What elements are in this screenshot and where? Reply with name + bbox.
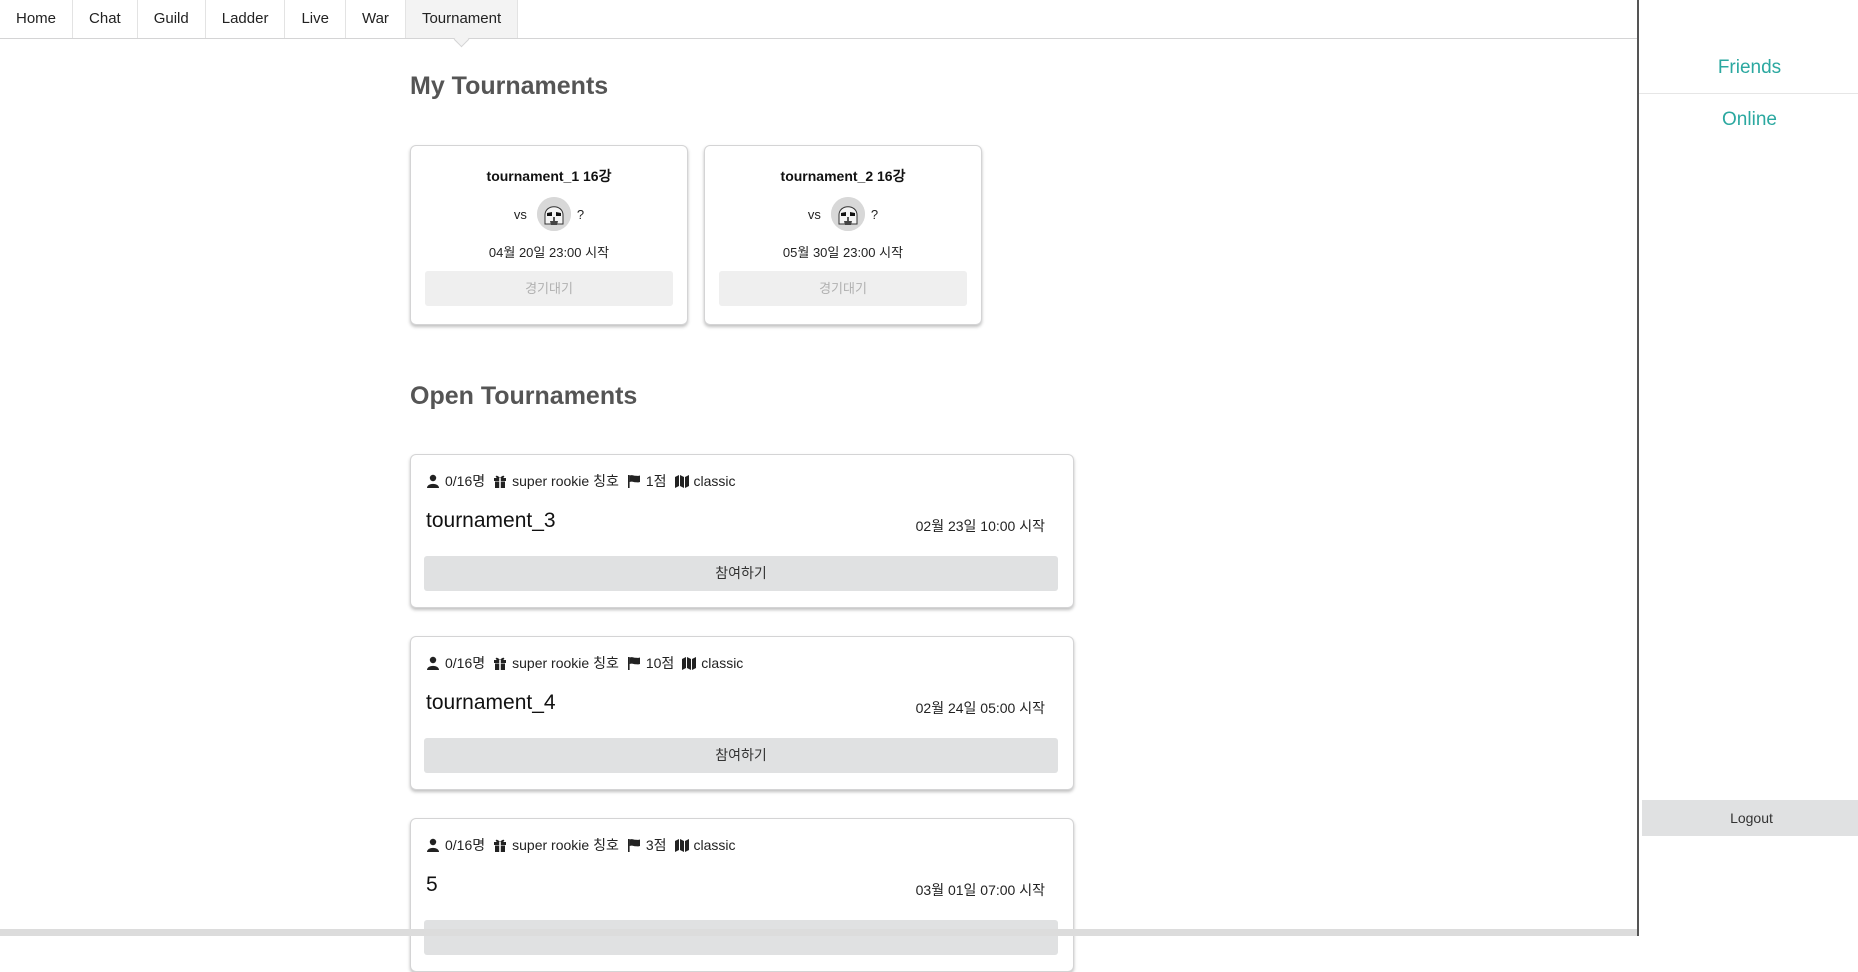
open-tournament-card: 0/16명 super rookie 칭호 1점 classic tournam… (410, 454, 1074, 608)
tournament-date: 03월 01일 07:00 시작 (915, 882, 1045, 898)
nav-home[interactable]: Home (0, 0, 74, 38)
my-tournament-card: tournament_2 16강 vs ? 05월 30일 23:00 시작 경… (704, 145, 982, 325)
friends-link[interactable]: Friends (1639, 42, 1858, 94)
vs-label: vs (513, 206, 527, 222)
flag-icon (627, 657, 640, 670)
match-date: 05월 30일 23:00 시작 (782, 245, 904, 260)
nav-war[interactable]: War (346, 0, 406, 38)
tournament-meta: 0/16명 super rookie 칭호 1점 classic (426, 471, 744, 491)
match-date: 04월 20일 23:00 시작 (488, 245, 610, 260)
nav-ladder[interactable]: Ladder (206, 0, 286, 38)
tournament-name: tournament_4 (426, 691, 556, 714)
top-nav: Home Chat Guild Ladder Live War Tourname… (0, 0, 1637, 39)
map-label: classic (701, 655, 744, 671)
my-tournament-title: tournament_2 16강 (780, 168, 906, 184)
gift-icon (494, 475, 507, 488)
flag-icon (627, 839, 640, 852)
open-tournament-card: 0/16명 super rookie 칭호 10점 classic tourna… (410, 636, 1074, 790)
my-tournaments-title: My Tournaments (410, 72, 609, 100)
player-count: 0/16명 (445, 473, 486, 489)
friends-sidebar: Friends Online Logout (1637, 0, 1858, 936)
match-row: vs ? (705, 196, 981, 232)
map-icon (674, 475, 689, 488)
gift-icon (494, 657, 507, 670)
tournament-date: 02월 24일 05:00 시작 (915, 700, 1045, 716)
flag-icon (627, 475, 640, 488)
open-tournaments-title: Open Tournaments (410, 382, 638, 410)
match-row: vs ? (411, 196, 687, 232)
online-link[interactable]: Online (1639, 94, 1858, 145)
waiting-button: 경기대기 (425, 271, 673, 306)
player-count: 0/16명 (445, 655, 486, 671)
my-tournament-title: tournament_1 16강 (486, 168, 612, 184)
map-icon (674, 839, 689, 852)
opponent-label: ? (870, 206, 879, 222)
tournament-meta: 0/16명 super rookie 칭호 3점 classic (426, 835, 744, 855)
tournament-meta: 0/16명 super rookie 칭호 10점 classic (426, 653, 751, 673)
logout-button[interactable]: Logout (1642, 800, 1858, 836)
join-button[interactable] (424, 920, 1058, 955)
opponent-label: ? (576, 206, 585, 222)
player-avatar (536, 197, 571, 231)
gift-icon (494, 839, 507, 852)
nav-tournament[interactable]: Tournament (405, 0, 519, 38)
user-icon (427, 656, 439, 670)
user-icon (427, 838, 439, 852)
map-label: classic (693, 473, 736, 489)
player-avatar (830, 197, 865, 231)
reward-label: super rookie 칭호 (512, 837, 619, 853)
reward-label: super rookie 칭호 (512, 473, 619, 489)
player-count: 0/16명 (445, 837, 486, 853)
score-label: 1점 (645, 473, 667, 489)
score-label: 3점 (645, 837, 667, 853)
tournament-date: 02월 23일 10:00 시작 (915, 518, 1045, 534)
waiting-button: 경기대기 (719, 271, 967, 306)
vs-label: vs (807, 206, 821, 222)
nav-guild[interactable]: Guild (138, 0, 206, 38)
map-icon (682, 657, 697, 670)
tournament-name: 5 (426, 873, 438, 896)
horizontal-scrollbar[interactable] (0, 929, 1637, 936)
reward-label: super rookie 칭호 (512, 655, 619, 671)
join-button[interactable]: 참여하기 (424, 738, 1058, 773)
nav-live[interactable]: Live (285, 0, 346, 38)
join-button[interactable]: 참여하기 (424, 556, 1058, 591)
map-label: classic (693, 837, 736, 853)
nav-chat[interactable]: Chat (73, 0, 138, 38)
my-tournament-card: tournament_1 16강 vs ? 04월 20일 23:00 시작 경… (410, 145, 688, 325)
user-icon (427, 474, 439, 488)
score-label: 10점 (645, 655, 675, 671)
open-tournament-card: 0/16명 super rookie 칭호 3점 classic 5 03월 0… (410, 818, 1074, 972)
tournament-name: tournament_3 (426, 509, 556, 532)
